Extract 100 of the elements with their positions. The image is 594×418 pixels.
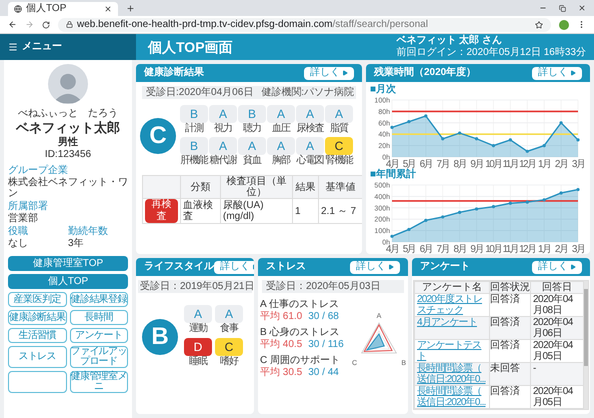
data-point [390, 126, 394, 129]
grade-tile: A [184, 305, 212, 323]
play-icon [342, 70, 348, 76]
grade-tile: B [180, 137, 208, 155]
x-tick-label: 10月 [485, 159, 502, 169]
nav-button[interactable]: アンケート [70, 328, 128, 343]
family-name: ベネフィット [16, 120, 94, 135]
x-tick-label: 9月 [470, 244, 483, 254]
info-value: 株式会社ベネフィット・ワン [8, 177, 128, 199]
lock-icon [66, 21, 73, 28]
grade-label: 貧血 [243, 155, 261, 167]
profile-avatar[interactable] [559, 20, 569, 30]
column-header[interactable]: 分類 [180, 176, 220, 198]
x-tick-label: 6月 [420, 244, 432, 254]
chart-heading: ■年間累計 [370, 169, 418, 181]
data-point [474, 137, 478, 140]
info-label: 所属部署 [8, 201, 49, 212]
data-point [526, 150, 529, 153]
employee-id: ID:123456 [44, 149, 92, 161]
x-tick-label: 10月 [485, 244, 502, 254]
x-tick-label: 4月 [386, 244, 398, 254]
menu-icon [8, 42, 18, 52]
x-tick-label: 2月 [554, 159, 568, 169]
detail-button[interactable]: 詳しく [532, 260, 582, 274]
info-value: なし [8, 238, 29, 250]
close-icon[interactable] [578, 4, 586, 12]
info-label: グループ企業 [8, 165, 69, 176]
exam-date: 受診日：2020年05月03日 [262, 280, 404, 293]
exam-date: 受診日：2019年05月21日 [138, 280, 252, 293]
x-tick-label: 3月 [572, 244, 584, 254]
data-point [424, 218, 428, 222]
data-point [424, 114, 428, 118]
browser-tab[interactable]: 個人TOP [8, 2, 118, 16]
url-text: web.benefit-one-health-prd-tmp.tv-cidev.pfsg-domain.com/staff/search/personal [77, 18, 429, 30]
grade-label: 食事 [220, 323, 238, 335]
chart-heading: ■月次 [370, 84, 398, 96]
x-tick-label: 5月 [402, 244, 416, 254]
grade-tile: A [215, 305, 243, 323]
nav-button[interactable]: ファイルアップロード [70, 346, 128, 368]
play-icon [388, 264, 394, 270]
reload-icon[interactable] [42, 20, 50, 28]
avatar [48, 64, 88, 104]
data-point [560, 121, 563, 124]
table-cell: 尿酸(UA)(mg/dl) [220, 198, 292, 224]
close-tab-icon[interactable] [104, 5, 112, 13]
detail-button[interactable]: 詳しく [532, 66, 582, 80]
grade-tile: A [296, 137, 324, 155]
data-point [542, 144, 546, 148]
menu-button[interactable]: メニュー [0, 34, 136, 60]
back-icon[interactable] [8, 20, 17, 29]
page-title: 個人TOP画面 [148, 39, 233, 55]
grade-tile: A [238, 137, 266, 155]
panel-title: ライフスタイル [144, 261, 214, 273]
nav-button[interactable]: 生活習慣 [8, 328, 66, 343]
detail-button[interactable]: 詳しく [214, 260, 254, 274]
grade-label: 血圧 [272, 123, 290, 135]
column-header[interactable]: 検査項目（単位） [220, 176, 292, 198]
grade-label: 尿検査 [296, 123, 324, 135]
data-point [458, 131, 462, 135]
data-point [492, 205, 496, 208]
play-icon [570, 70, 576, 76]
panel-title: アンケート [420, 261, 470, 273]
nav-button[interactable]: 健康管理室TOP [8, 256, 128, 271]
recheck-badge: 再検査 [145, 199, 178, 223]
x-tick-label: 8月 [453, 244, 466, 254]
x-tick-label: 9月 [470, 159, 483, 169]
gender-text: 男性 [58, 137, 78, 149]
data-point [390, 234, 394, 238]
bookmark-star-icon[interactable] [535, 20, 543, 28]
x-tick-label: 2月 [554, 244, 568, 254]
detail-button[interactable]: 詳しく [350, 260, 400, 274]
grade-label: 糖代謝 [210, 155, 236, 167]
radar-chart-drawing [360, 322, 398, 354]
data-point [458, 210, 462, 214]
facility-name: 健診機関:パソナ病院 [261, 86, 354, 98]
info-label: 役職 [8, 226, 29, 238]
detail-button[interactable]: 詳しく [304, 66, 354, 80]
table-cell: 回答済 [490, 386, 530, 408]
address-bar[interactable]: web.benefit-one-health-prd-tmp.tv-cidev.pfsg-domain.com/staff/search/personal [58, 18, 551, 32]
scrollbar[interactable] [584, 281, 588, 409]
x-tick-label: 11月 [502, 244, 518, 254]
grade-tile: A [325, 105, 353, 123]
column-header[interactable]: 回答日 [530, 282, 584, 294]
restore-icon[interactable] [559, 4, 566, 12]
column-header[interactable]: 基準値 [318, 176, 362, 198]
new-tab-icon[interactable] [126, 4, 135, 13]
stress-score: 30 / 68 [308, 311, 339, 323]
column-header[interactable]: 結果 [292, 176, 318, 198]
given-name: 太郎 [94, 120, 120, 135]
grade-label: 計測 [185, 123, 203, 135]
nav-button[interactable]: 健康診断結果 [8, 310, 66, 325]
nav-button[interactable]: 長時間 [70, 310, 128, 325]
grade-tile: C [215, 338, 243, 356]
grade-label: 脂質 [330, 123, 348, 135]
nav-button[interactable]: ストレス [8, 346, 66, 368]
column-header[interactable]: アンケート名 [414, 282, 490, 294]
x-tick-label: 1月 [538, 159, 550, 169]
nav-button[interactable]: 産業医判定 [8, 292, 66, 307]
grade-tile: A [267, 105, 295, 123]
nav-button[interactable]: 個人TOP [8, 274, 128, 289]
